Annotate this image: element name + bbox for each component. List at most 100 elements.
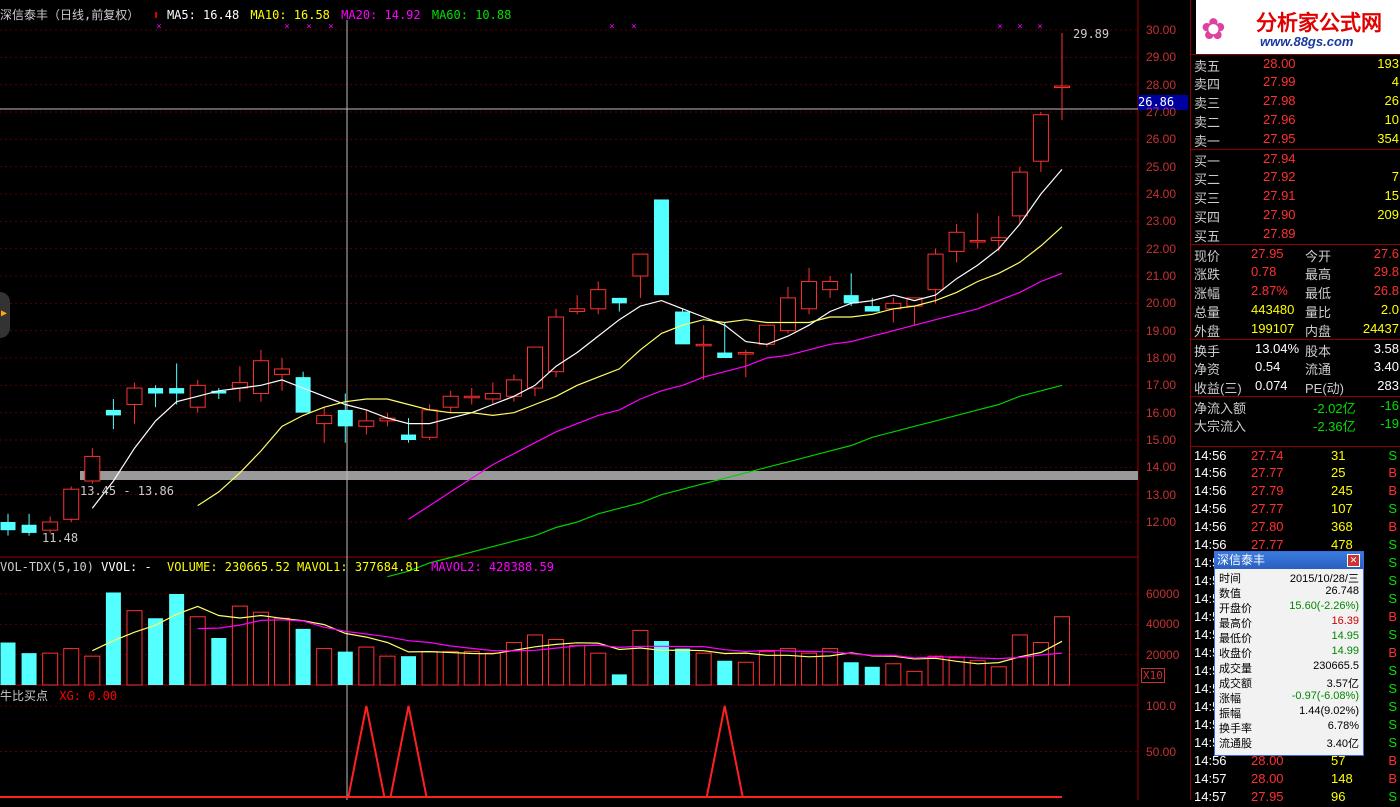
stat-label: 总量: [1194, 305, 1221, 320]
logo-banner[interactable]: ✿ 分析家公式网 www.88gs.com: [1196, 0, 1400, 54]
ask-price: 27.95: [1263, 131, 1296, 146]
price-tick: 28.00: [1146, 77, 1177, 92]
popup-row: 收盘价 14.99: [1215, 644, 1363, 660]
tick-time: 14:57: [1194, 789, 1227, 804]
stat-value: 2.87%: [1251, 283, 1288, 298]
top-marker: ×: [156, 22, 161, 32]
tick-price: 27.74: [1251, 448, 1284, 463]
candle-body: [337, 409, 353, 427]
stat-value: 3.58: [1373, 341, 1399, 356]
indicator-tick: 100.0: [1146, 699, 1177, 713]
candle-body: [1054, 85, 1070, 89]
ma5-label: MA5: 16.48: [166, 8, 240, 22]
popup-titlebar[interactable]: 深信泰丰 ✕: [1215, 552, 1363, 569]
tick-price: 27.77: [1251, 501, 1284, 516]
candle-body: [1032, 114, 1049, 162]
popup-row: 成交额 3.57亿: [1215, 674, 1363, 690]
volume-header: VOL-TDX(5,10) VVOL: - VOLUME: 230665.52 …: [0, 560, 554, 574]
candle-body: [632, 253, 649, 277]
tick-volume: 25: [1331, 465, 1346, 480]
tick-side: S: [1388, 573, 1397, 588]
volume-bar: [632, 629, 649, 686]
volume-bar: [695, 652, 712, 686]
mavol1-label: MAVOL1: 377684.81: [297, 560, 420, 574]
candle-body: [695, 343, 712, 347]
candle-body: [42, 521, 59, 531]
popup-value: 26.748: [1325, 585, 1359, 597]
candle-body: [611, 297, 627, 304]
tick-side: S: [1388, 537, 1397, 552]
candle-body: [717, 352, 733, 358]
stat-label: 收益(三): [1194, 381, 1242, 396]
top-marker: ×: [328, 22, 333, 32]
stat-label: 涨跌: [1194, 267, 1221, 282]
volume-bar: [211, 637, 227, 685]
stock-chart-window[interactable]: × × × × × × × × × 深信泰丰（日线,前复权） ⬆ MA5: 16.48 MA10…: [0, 0, 1400, 804]
popup-value: 14.95: [1331, 630, 1359, 642]
popup-row: 时间 2015/10/28/三: [1215, 569, 1363, 585]
flow-row: 大宗流入 -2.36亿 -19: [1191, 415, 1400, 434]
tick-side: B: [1388, 753, 1397, 768]
candle-body: [779, 297, 796, 332]
stat-label: 涨幅: [1194, 286, 1221, 301]
popup-row: 成交量 230665.5: [1215, 659, 1363, 675]
tick-time: 14:56: [1194, 501, 1227, 516]
candle-body: [822, 280, 839, 291]
flow-value-2: -16: [1380, 398, 1399, 413]
popup-row: 涨幅 -0.97(-6.08%): [1215, 689, 1363, 705]
left-scroll-handle[interactable]: ▶: [0, 292, 10, 338]
price-tick: 17.00: [1146, 378, 1177, 393]
stat-value: 24437: [1362, 321, 1399, 336]
tick-row: 14:56 27.79 245 B: [1191, 482, 1400, 501]
candle-body: [358, 420, 375, 427]
bid-price: 27.90: [1263, 207, 1296, 222]
xg-label: XG: 0.00: [59, 689, 118, 703]
tick-side: S: [1388, 448, 1397, 463]
popup-row: 换手率 6.78%: [1215, 719, 1363, 735]
volume-bar: [758, 651, 775, 686]
candle-body: [169, 388, 185, 394]
chart-canvas[interactable]: × × × × × × × × ×: [0, 0, 1190, 800]
tick-time: 14:56: [1194, 483, 1227, 498]
volume-bar: [885, 663, 902, 686]
volume-bar: [358, 646, 375, 686]
tick-time: 14:57: [1194, 771, 1227, 786]
price-tick: 22.00: [1146, 241, 1177, 256]
candle-body: [105, 409, 121, 416]
volume-bar: [442, 651, 459, 686]
popup-value: 16.39: [1331, 615, 1359, 627]
tick-volume: 96: [1331, 789, 1346, 804]
candle-body: [126, 387, 143, 405]
candle-body: [990, 237, 1007, 241]
flow-row: 净流入额 -2.02亿 -16: [1191, 396, 1400, 416]
candle-body: [527, 346, 543, 389]
volume-bar: [274, 617, 291, 686]
volume-bar: [148, 618, 164, 685]
price-tick: 27.00: [1146, 105, 1177, 119]
volume-bar: [653, 641, 669, 685]
candle-body: [675, 311, 691, 345]
high-price-label: 29.89: [1073, 27, 1110, 41]
candle-body: [969, 239, 986, 243]
close-icon[interactable]: ✕: [1347, 554, 1360, 567]
data-popup[interactable]: 深信泰丰 ✕ 时间 2015/10/28/三 数值 26.748 开盘价 15.60(-2…: [1214, 551, 1364, 756]
bid-row: 买五 27.89: [1191, 225, 1400, 244]
candle-body: [801, 280, 818, 310]
candle-body: [737, 352, 754, 355]
stat-row: 总量 443480 量比 2.0: [1191, 301, 1400, 320]
volume-bar: [569, 645, 586, 686]
candle-body: [0, 522, 16, 531]
stat-label: PE(动): [1305, 381, 1345, 396]
bid-label: 买三: [1194, 191, 1221, 206]
tick-row: 14:56 27.77 107 S: [1191, 500, 1400, 519]
price-tick: 15.00: [1146, 433, 1177, 447]
ask-row: 卖二 27.96 10: [1191, 111, 1400, 130]
tick-side: S: [1388, 591, 1397, 606]
stat-value: 2.0: [1380, 302, 1399, 317]
tick-side: B: [1388, 645, 1397, 660]
bid-row: 买四 27.90 209: [1191, 206, 1400, 225]
popup-rows: 时间 2015/10/28/三 数值 26.748 开盘价 15.60(-2.26%) 最高…: [1215, 569, 1363, 750]
stat-label: 量比: [1305, 305, 1332, 320]
tick-side: S: [1388, 717, 1397, 732]
price-tick: 23.00: [1146, 214, 1177, 229]
